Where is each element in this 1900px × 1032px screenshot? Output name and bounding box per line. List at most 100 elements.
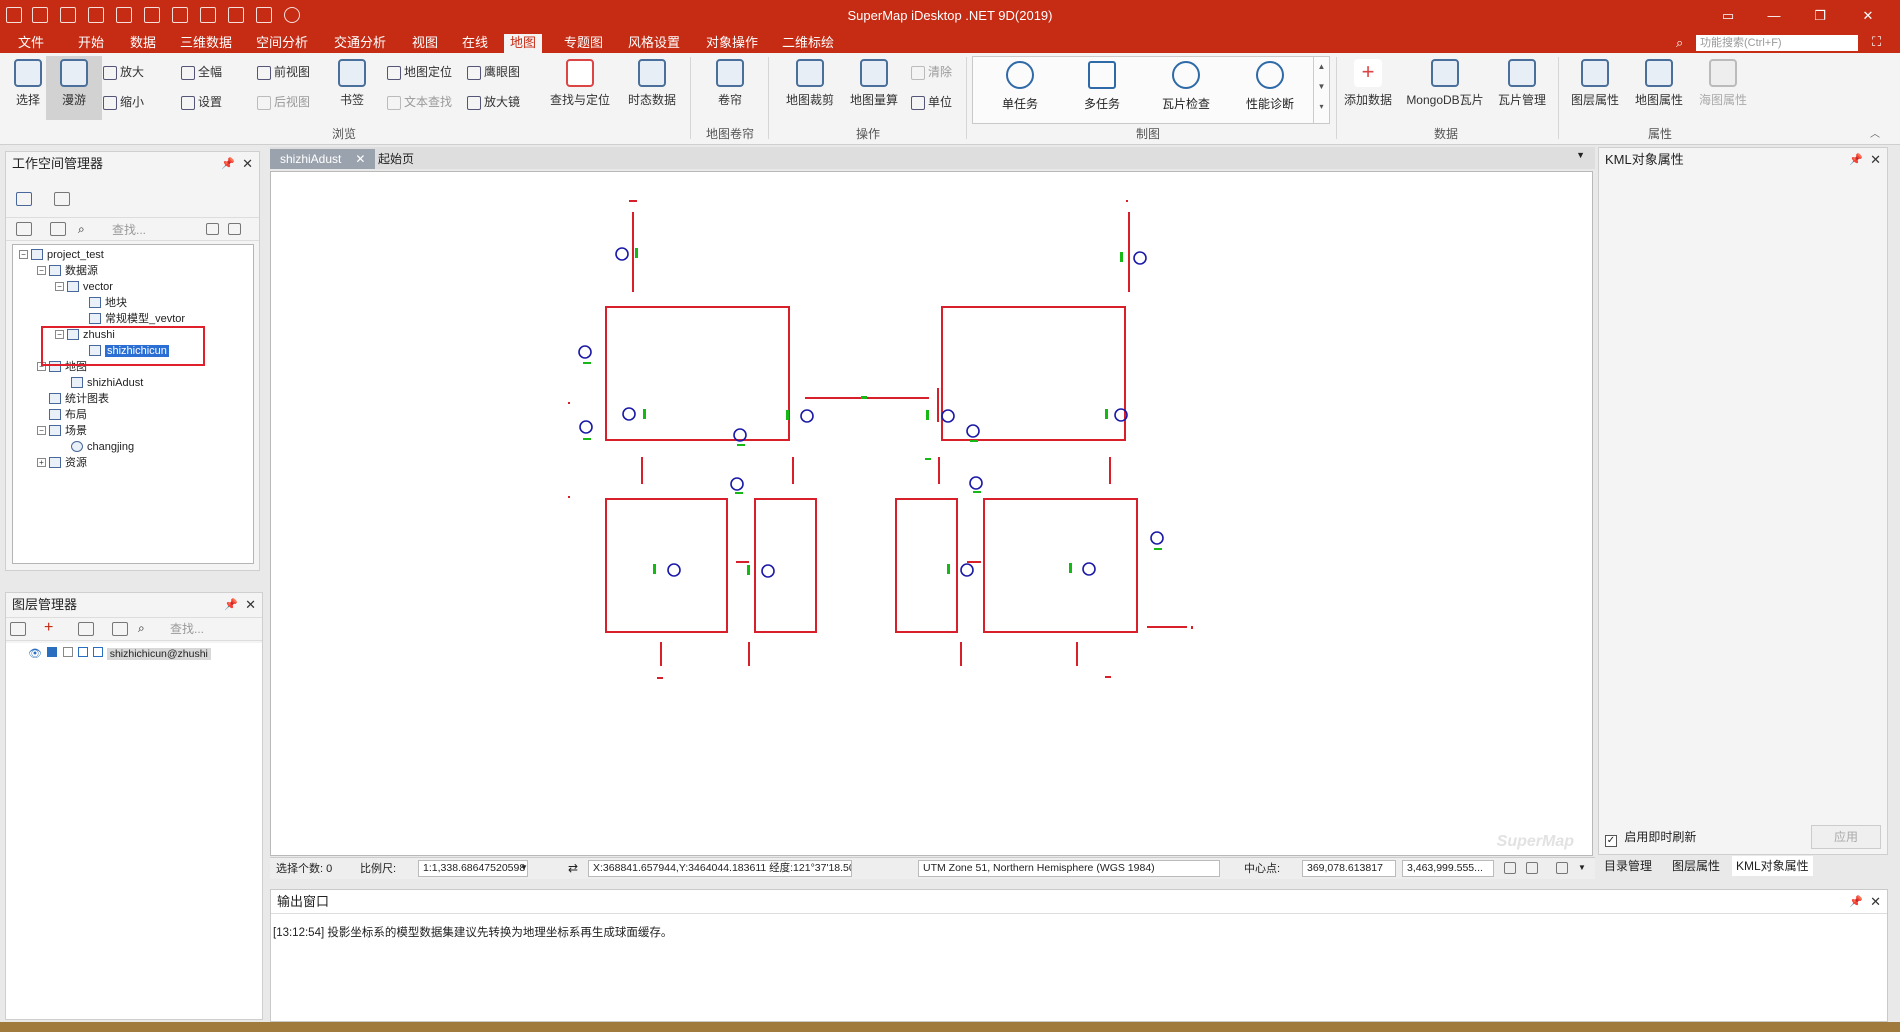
layer-style-icon[interactable] [112, 622, 128, 636]
pin-icon[interactable]: 📌 [1849, 148, 1863, 172]
bookmark-button[interactable]: 书签 [324, 59, 380, 108]
multi-task-button[interactable]: 多任务 [1063, 61, 1141, 112]
tree-model[interactable]: 常规模型_vevtor [89, 311, 185, 327]
find-icon[interactable]: ⌕ [78, 222, 85, 237]
perf-diag-button[interactable]: 性能诊断 [1231, 61, 1309, 112]
tab-start-page[interactable]: 起始页 [368, 149, 424, 169]
center-y-input[interactable]: 3,463,999.555... [1402, 860, 1494, 877]
swipe-button[interactable]: 卷帘 [702, 59, 758, 108]
tile-check-button[interactable]: 瓦片检查 [1147, 61, 1225, 112]
new-item-icon[interactable] [50, 222, 66, 236]
tab-layer-properties[interactable]: 图层属性 [1668, 856, 1724, 876]
tab-catalog[interactable]: 目录管理 [1600, 856, 1656, 876]
menu-spatial-analysis[interactable]: 空间分析 [250, 34, 314, 53]
center-x-input[interactable]: 369,078.613817 [1302, 860, 1396, 877]
fullscreen-icon[interactable]: ⛶ [1872, 34, 1881, 50]
menu-traffic-analysis[interactable]: 交通分析 [328, 34, 392, 53]
eagle-eye-button[interactable]: 鹰眼图 [464, 63, 520, 81]
menu-data[interactable]: 数据 [124, 34, 162, 53]
close-window-icon[interactable]: ✕ [1858, 8, 1878, 24]
add-data-button[interactable]: + 添加数据 [1338, 59, 1398, 108]
workspace-tab-icon[interactable] [16, 192, 32, 206]
map-locate-button[interactable]: 地图定位 [384, 63, 452, 81]
unit-button[interactable]: 单位 [908, 93, 952, 111]
close-tab-icon[interactable]: ✕ [355, 152, 365, 166]
add-layer-icon[interactable]: + [44, 619, 53, 637]
temporal-data-button[interactable]: 时态数据 [622, 59, 682, 108]
auto-refresh-checkbox[interactable]: ✓ [1605, 835, 1617, 847]
tree-root[interactable]: project_test [31, 247, 104, 263]
layer-group-icon[interactable] [78, 622, 94, 636]
selectable-icon[interactable] [47, 647, 58, 657]
visible-eye-icon[interactable]: 👁 [28, 648, 42, 660]
pin-icon[interactable]: 📌 [1849, 890, 1863, 914]
next-view-button[interactable]: 后视图 [254, 93, 310, 111]
tab-kml-properties[interactable]: KML对象属性 [1732, 856, 1813, 876]
apply-button[interactable]: 应用 [1811, 825, 1881, 849]
map-clip-button[interactable]: 地图裁剪 [780, 59, 840, 108]
close-panel-icon[interactable]: ✕ [1870, 148, 1881, 172]
coordinate-system[interactable]: UTM Zone 51, Northern Hemisphere (WGS 19… [918, 860, 1220, 877]
menu-style[interactable]: 风格设置 [622, 34, 686, 53]
layer-prop-button[interactable]: 图层属性 [1564, 59, 1626, 108]
tree-resources[interactable]: 资源 [49, 455, 87, 471]
close-panel-icon[interactable]: ✕ [1870, 890, 1881, 914]
close-panel-icon[interactable]: ✕ [242, 152, 253, 176]
layer-row[interactable]: 👁 shizhichicun@zhushi [28, 645, 211, 661]
snap-icon[interactable] [78, 647, 88, 657]
pan-button[interactable]: 漫游 [46, 56, 102, 120]
text-search-button[interactable]: 文本查找 [384, 93, 452, 111]
scale-input[interactable]: 1:1,338.68647520598 [418, 860, 528, 877]
close-panel-icon[interactable]: ✕ [245, 593, 256, 617]
chart-prop-button[interactable]: 海图属性 [1692, 59, 1754, 108]
menu-start[interactable]: 开始 [72, 34, 110, 53]
tree-parcel[interactable]: 地块 [89, 295, 127, 311]
menu-file[interactable]: 文件 [12, 34, 50, 53]
magnifier-button[interactable]: 放大镜 [464, 93, 520, 111]
editable-icon[interactable] [62, 647, 73, 657]
feature-search-input[interactable]: 功能搜索(Ctrl+F) [1696, 35, 1858, 51]
settings-button[interactable]: 设置 [178, 93, 222, 111]
menu-map[interactable]: 地图 [504, 34, 543, 53]
pin-icon[interactable]: 📌 [224, 593, 238, 617]
tree-vector[interactable]: vector [67, 279, 113, 295]
map-prop-button[interactable]: 地图属性 [1628, 59, 1690, 108]
zoom-in-button[interactable]: 放大 [100, 63, 144, 81]
gallery-scroll[interactable]: ▲ ▼ ▾ [1313, 57, 1329, 123]
new-layer-group-icon[interactable] [10, 622, 26, 636]
down-icon[interactable] [228, 223, 241, 235]
mongodb-tile-button[interactable]: MongoDB瓦片 [1404, 59, 1486, 108]
single-task-button[interactable]: 单任务 [981, 61, 1059, 112]
menu-2d-plot[interactable]: 二维标绘 [776, 34, 840, 53]
layer-search-input[interactable]: 查找... [170, 620, 204, 638]
more-dropdown-icon[interactable]: ▼ [1578, 863, 1586, 872]
paste-icon[interactable] [1526, 862, 1538, 874]
tile-mgmt-button[interactable]: 瓦片管理 [1492, 59, 1552, 108]
menu-thematic[interactable]: 专题图 [558, 34, 609, 53]
workspace-search-input[interactable]: 查找... [112, 221, 146, 239]
restore-ribbon-icon[interactable]: ▭ [1718, 8, 1738, 24]
open-workspace-icon[interactable] [16, 222, 32, 236]
menu-online[interactable]: 在线 [456, 34, 494, 53]
save-view-icon[interactable] [1556, 862, 1568, 874]
swap-icon[interactable]: ⇄ [568, 861, 578, 875]
tree-scenes[interactable]: 场景 [49, 423, 87, 439]
minimize-icon[interactable]: — [1764, 8, 1784, 23]
menu-3d-data[interactable]: 三维数据 [174, 34, 238, 53]
scale-dropdown-icon[interactable]: ▼ [520, 863, 528, 872]
clear-button[interactable]: 清除 [908, 63, 952, 81]
map-canvas[interactable]: SuperMap [270, 171, 1593, 856]
tree-charts[interactable]: 统计图表 [49, 391, 109, 407]
copy-icon[interactable] [1504, 862, 1516, 874]
resource-tab-icon[interactable] [54, 192, 70, 206]
zoom-out-button[interactable]: 缩小 [100, 93, 144, 111]
find-icon[interactable]: ⌕ [138, 621, 145, 636]
collapse-ribbon-icon[interactable]: ︿ [1870, 125, 1880, 140]
map-measure-button[interactable]: 地图量算 [844, 59, 904, 108]
tree-changjing[interactable]: changjing [71, 439, 134, 455]
tab-dropdown-icon[interactable]: ▼ [1576, 150, 1585, 160]
tree-layouts[interactable]: 布局 [49, 407, 87, 423]
find-locate-button[interactable]: 查找与定位 [544, 59, 616, 108]
menu-object-ops[interactable]: 对象操作 [700, 34, 764, 53]
prev-view-button[interactable]: 前视图 [254, 63, 310, 81]
